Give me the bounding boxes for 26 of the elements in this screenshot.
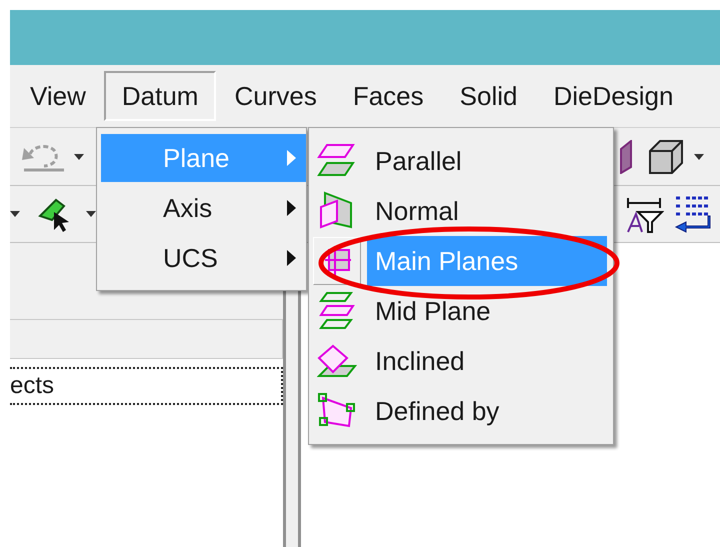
menu-item[interactable]: UCS (101, 234, 306, 282)
menu-item[interactable]: Normal (367, 186, 607, 236)
caret-icon (86, 211, 96, 217)
caret-icon (10, 211, 20, 217)
submenu-arrow-icon (287, 200, 296, 216)
menu-item[interactable]: Faces (334, 71, 442, 121)
menu-item[interactable]: DieDesign (535, 71, 692, 121)
submenu-arrow-icon (287, 150, 296, 166)
mid-plane-icon (317, 291, 357, 331)
submenu-arrow-icon (287, 250, 296, 266)
menu-item[interactable]: View (12, 71, 104, 121)
menu-item[interactable]: Solid (442, 71, 536, 121)
cube-icon (646, 138, 686, 174)
defined-plane-icon (317, 392, 357, 430)
prism-icon (620, 140, 632, 174)
menu-item[interactable]: Defined by (367, 386, 607, 436)
menu-item[interactable]: Parallel (367, 136, 607, 186)
menu-item[interactable]: Inclined (367, 336, 607, 386)
caret-icon (694, 154, 704, 160)
menu-item[interactable]: Axis (101, 184, 306, 232)
menu-item[interactable]: Datum (104, 71, 216, 121)
menu-item[interactable]: Curves (216, 71, 335, 121)
parallel-planes-icon (317, 143, 357, 179)
caret-icon (74, 154, 84, 160)
menu-item[interactable]: Mid Plane (367, 286, 607, 336)
inclined-plane-icon (317, 344, 357, 378)
